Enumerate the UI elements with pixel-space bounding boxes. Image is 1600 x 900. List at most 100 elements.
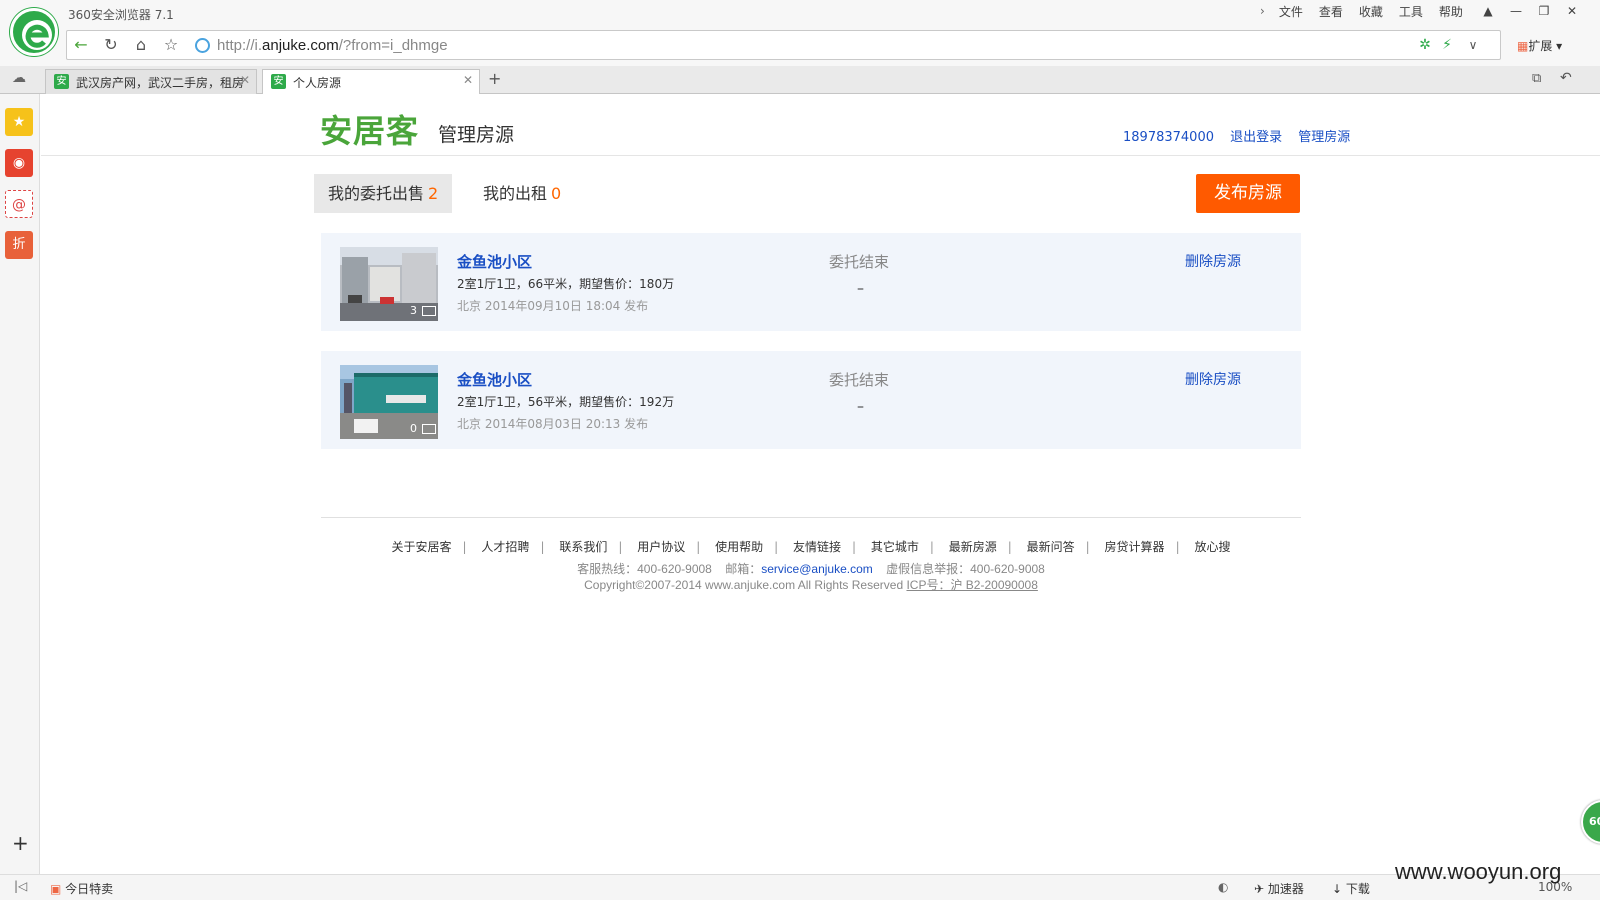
close-tab-icon[interactable]: ✕ xyxy=(240,73,250,87)
anjuke-favicon-icon: 安 xyxy=(54,74,69,89)
mail-icon[interactable]: @ xyxy=(5,190,33,218)
download-button[interactable]: ↓ 下载 xyxy=(1332,880,1370,897)
footer-contact: 客服热线：400-620-9008 邮箱：service@anjuke.com … xyxy=(321,560,1301,577)
title-bar: 360安全浏览器 7.1 › 文件 查看 收藏 工具 帮助 ▲ — ❐ ✕ xyxy=(0,0,1600,28)
home-icon[interactable]: ⌂ xyxy=(129,35,153,55)
menu-favorites[interactable]: 收藏 xyxy=(1351,4,1391,20)
listing-status: 委托结束 xyxy=(829,371,890,389)
url-text[interactable]: http://i.anjuke.com/?from=i_dhmge xyxy=(217,37,448,54)
browser-sidebar: ★ ◉ @ 折 + xyxy=(0,94,40,874)
add-icon[interactable]: + xyxy=(12,831,29,855)
menu-view[interactable]: 查看 xyxy=(1311,4,1351,20)
footer-link[interactable]: 关于安居客 xyxy=(392,540,452,554)
new-tab-icon[interactable]: + xyxy=(488,69,501,88)
footer-link[interactable]: 房贷计算器 xyxy=(1105,540,1165,554)
footer-link[interactable]: 放心搜 xyxy=(1194,540,1230,554)
delete-listing-link[interactable]: 删除房源 xyxy=(1185,369,1241,389)
tab-count: 2 xyxy=(428,184,439,203)
footer-link[interactable]: 联系我们 xyxy=(559,540,607,554)
today-deals-button[interactable]: ▣ 今日特卖 xyxy=(50,880,113,897)
app-title: 360安全浏览器 7.1 xyxy=(68,8,174,22)
publish-listing-button[interactable]: 发布房源 xyxy=(1196,174,1300,213)
watermark: www.wooyun.org xyxy=(1395,859,1562,884)
copyright: Copyright©2007-2014 www.anjuke.com All R… xyxy=(321,576,1301,593)
extensions-button[interactable]: ▦扩展 ▾ xyxy=(1517,37,1562,54)
close-tab-icon[interactable]: ✕ xyxy=(463,73,473,87)
listing-tabs: 我的委托出售 2 我的出租 0 xyxy=(314,174,1301,214)
photo-count-badge: 3 xyxy=(410,304,436,317)
speed-icon[interactable]: ◐ xyxy=(1218,880,1228,894)
collapse-icon[interactable]: |◁ xyxy=(14,879,27,893)
tab-my-rentals[interactable]: 我的出租 0 xyxy=(469,174,575,213)
listing-status: 委托结束 xyxy=(829,253,890,271)
grid-icon: ▦ xyxy=(1517,39,1529,53)
tab-wuhan[interactable]: 安 武汉房产网，武汉二手房，租房 ✕ xyxy=(45,69,257,94)
listing-item: 0 金鱼池小区 2室1厅1卫，56平米，期望售价：192万 北京 2014年08… xyxy=(321,351,1301,449)
tab-count: 0 xyxy=(551,184,562,203)
tab-label: 我的委托出售 xyxy=(328,184,425,203)
tab-label: 个人房源 xyxy=(293,76,342,90)
photo-count: 0 xyxy=(410,422,417,435)
copyright-text: Copyright©2007-2014 www.anjuke.com All R… xyxy=(584,578,904,592)
discount-icon[interactable]: 折 xyxy=(5,231,33,259)
icp-link[interactable]: ICP号：沪 B2-20090008 xyxy=(906,578,1037,592)
tab-my-sales[interactable]: 我的委托出售 2 xyxy=(314,174,453,213)
menu-help[interactable]: 帮助 xyxy=(1431,4,1471,20)
tab-label: 我的出租 xyxy=(483,184,548,203)
footer-link[interactable]: 友情链接 xyxy=(793,540,841,554)
menu-file[interactable]: 文件 xyxy=(1271,4,1311,20)
maximize-button[interactable]: ❐ xyxy=(1530,0,1558,22)
globe-icon xyxy=(195,38,210,53)
gift-icon: ▣ xyxy=(50,882,62,896)
footer-link[interactable]: 最新问答 xyxy=(1027,540,1075,554)
listing-name-link[interactable]: 金鱼池小区 xyxy=(457,251,532,272)
listing-date: 北京 2014年09月10日 18:04 发布 xyxy=(457,299,649,313)
listing-status-detail: – xyxy=(857,399,864,415)
listing-date: 北京 2014年08月03日 20:13 发布 xyxy=(457,417,649,431)
listing-status-detail: – xyxy=(857,281,864,297)
listing-photo[interactable]: 0 xyxy=(340,365,438,439)
user-phone-link[interactable]: 18978374000 xyxy=(1123,130,1214,145)
lightning-icon[interactable]: ⚡ xyxy=(1435,35,1459,55)
logout-link[interactable]: 退出登录 xyxy=(1230,130,1282,145)
refresh-icon[interactable]: ↻ xyxy=(99,35,123,55)
shirt-icon[interactable]: ▲ xyxy=(1474,0,1502,22)
star-icon[interactable]: ☆ xyxy=(159,35,183,55)
footer-link[interactable]: 使用帮助 xyxy=(715,540,763,554)
menu-tools[interactable]: 工具 xyxy=(1391,4,1431,20)
tab-personal-listings[interactable]: 安 个人房源 ✕ xyxy=(262,69,480,95)
recycle-icon[interactable]: ✲ xyxy=(1413,35,1437,55)
weibo-icon[interactable]: ◉ xyxy=(5,149,33,177)
hotline: 客服热线：400-620-9008 xyxy=(577,562,712,576)
listing-photo[interactable]: 3 xyxy=(340,247,438,321)
nav-bar: ← ↻ ⌂ ☆ http://i.anjuke.com/?from=i_dhmg… xyxy=(0,28,1600,66)
anjuke-favicon-icon: 安 xyxy=(271,74,286,89)
report-hotline: 虚假信息举报：400-620-9008 xyxy=(886,562,1045,576)
footer-link[interactable]: 最新房源 xyxy=(949,540,997,554)
listing-name-link[interactable]: 金鱼池小区 xyxy=(457,369,532,390)
footer-link[interactable]: 用户协议 xyxy=(637,540,685,554)
footer-link[interactable]: 人才招聘 xyxy=(481,540,529,554)
dropdown-icon[interactable]: ∨ xyxy=(1461,35,1485,55)
photo-count: 3 xyxy=(410,304,417,317)
minimize-button[interactable]: — xyxy=(1502,0,1530,22)
undo-icon[interactable]: ↶ xyxy=(1560,70,1572,86)
delete-listing-link[interactable]: 删除房源 xyxy=(1185,251,1241,271)
email-link[interactable]: service@anjuke.com xyxy=(761,562,873,576)
image-icon xyxy=(422,423,436,434)
footer-link[interactable]: 其它城市 xyxy=(871,540,919,554)
restore-tabs-icon[interactable]: ⧉ xyxy=(1532,71,1541,86)
menu-bar: › 文件 查看 收藏 工具 帮助 xyxy=(1254,4,1471,20)
favorites-star-icon[interactable]: ★ xyxy=(5,108,33,136)
close-button[interactable]: ✕ xyxy=(1558,0,1586,22)
site-logo[interactable]: 安居客 xyxy=(320,106,419,152)
chevron-right-icon[interactable]: › xyxy=(1254,4,1271,20)
manage-listings-link[interactable]: 管理房源 xyxy=(1298,130,1350,145)
back-icon[interactable]: ← xyxy=(69,35,93,55)
cloud-icon[interactable]: ☁ xyxy=(12,70,26,86)
accelerator-button[interactable]: ✈ 加速器 xyxy=(1254,880,1304,897)
page-title: 管理房源 xyxy=(438,124,515,146)
window-controls: ▲ — ❐ ✕ xyxy=(1474,0,1586,22)
address-bar[interactable]: ← ↻ ⌂ ☆ http://i.anjuke.com/?from=i_dhmg… xyxy=(66,30,1501,60)
footer-links: 关于安居客 | 人才招聘 | 联系我们 | 用户协议 | 使用帮助 | 友情链接 | 其它城… xyxy=(391,540,1231,554)
